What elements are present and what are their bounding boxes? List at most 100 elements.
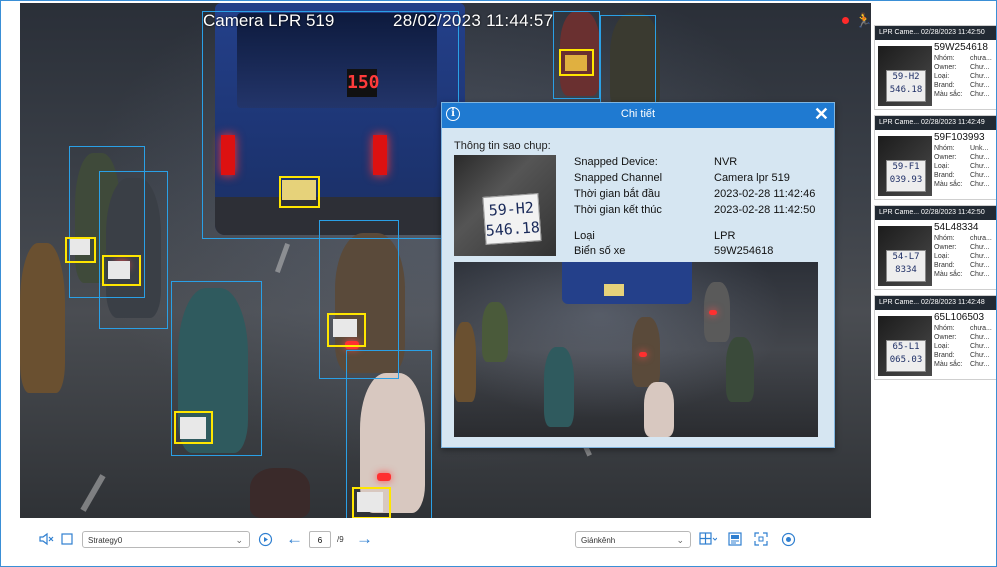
field-label-channel: Snapped Channel bbox=[574, 172, 663, 184]
section-title: Thông tin sao chụp: bbox=[454, 140, 551, 152]
capture-card-header: LPR Came... 02/28/2023 11:42:48 bbox=[875, 296, 996, 310]
capture-thumbnail: 54-L7 8334 bbox=[878, 226, 932, 286]
layout-select[interactable]: Giánkênh ⌄ bbox=[575, 531, 691, 548]
row-key: Owner: bbox=[934, 64, 957, 71]
capture-card[interactable]: LPR Came... 02/28/2023 11:42:50 59-H2 546… bbox=[874, 25, 996, 110]
row-value: Chư... bbox=[970, 352, 990, 359]
capture-card[interactable]: LPR Came... 02/28/2023 11:42:49 59-F1 039… bbox=[874, 115, 996, 200]
motion-alert-icon: 🏃 bbox=[855, 12, 871, 28]
field-value-plate: 59W254618 bbox=[714, 245, 774, 257]
field-label-device: Snapped Device: bbox=[574, 156, 658, 168]
thumb-line-1: 65-L1 bbox=[892, 342, 920, 352]
capture-thumbnail: 59-F1 039.93 bbox=[878, 136, 932, 196]
capture-plate: 59W254618 bbox=[934, 42, 988, 53]
capture-row: Brand: Chư... bbox=[934, 82, 989, 89]
capture-row: Owner: Chư... bbox=[934, 244, 989, 251]
field-value-start-time: 2023-02-28 11:42:46 bbox=[714, 188, 816, 200]
field-label-end-time: Thời gian kết thúc bbox=[574, 204, 662, 216]
capture-row: Loại: Chư... bbox=[934, 343, 989, 350]
row-value: chưa... bbox=[970, 325, 992, 332]
scene-snapshot[interactable] bbox=[454, 262, 818, 437]
square-stop-icon[interactable] bbox=[61, 532, 73, 548]
road-marking bbox=[275, 243, 290, 273]
row-value: chưa... bbox=[970, 235, 992, 242]
row-key: Nhóm: bbox=[934, 235, 955, 242]
row-value: Chư... bbox=[970, 271, 990, 278]
rider bbox=[544, 347, 574, 427]
arrow-left-icon[interactable]: ← bbox=[286, 529, 303, 549]
page-number-input[interactable]: 6 bbox=[309, 531, 331, 548]
row-key: Owner: bbox=[934, 244, 957, 251]
capture-row: Brand: Chư... bbox=[934, 172, 989, 179]
row-key: Loại: bbox=[934, 163, 950, 170]
row-value: Chư... bbox=[970, 163, 990, 170]
row-key: Brand: bbox=[934, 82, 955, 89]
page-total: /9 bbox=[337, 535, 344, 544]
row-value: Chư... bbox=[970, 253, 990, 260]
capture-thumbnail-plate: 59-H2 546.18 bbox=[886, 70, 926, 102]
capture-row: Nhóm: chưa... bbox=[934, 235, 992, 242]
plate-detection-box bbox=[327, 313, 366, 347]
capture-list[interactable]: LPR Came... 02/28/2023 11:42:50 59-H2 546… bbox=[873, 3, 996, 515]
capture-thumbnail-plate: 54-L7 8334 bbox=[886, 250, 926, 282]
row-key: Nhóm: bbox=[934, 145, 955, 152]
record-indicator-icon bbox=[842, 17, 849, 24]
snapshot-list-icon[interactable] bbox=[728, 532, 742, 549]
plate-detection-box bbox=[352, 487, 391, 518]
dialog-title: Chi tiết bbox=[620, 108, 656, 120]
row-key: Loại: bbox=[934, 343, 950, 350]
rider bbox=[704, 282, 730, 342]
plate-detection-box bbox=[102, 255, 141, 286]
capture-thumbnail: 59-H2 546.18 bbox=[878, 46, 932, 106]
arrow-right-icon[interactable]: → bbox=[356, 529, 373, 549]
thumb-line-2: 065.03 bbox=[889, 355, 923, 365]
plate-snapshot[interactable]: 59-H2 546.18 bbox=[454, 155, 556, 256]
capture-thumbnail-plate: 59-F1 039.93 bbox=[886, 160, 926, 192]
row-key: Brand: bbox=[934, 172, 955, 179]
capture-row: Owner: Chư... bbox=[934, 64, 989, 71]
plate-detection-box bbox=[174, 411, 213, 444]
vehicle-detection-box bbox=[202, 11, 459, 239]
chevron-down-icon: ⌄ bbox=[676, 535, 684, 545]
rider bbox=[250, 468, 310, 518]
capture-row: Màu sắc: Chư... bbox=[934, 181, 989, 188]
row-key: Owner: bbox=[934, 334, 957, 341]
capture-row: Nhóm: chưa... bbox=[934, 325, 992, 332]
capture-card-header: LPR Came... 02/28/2023 11:42:50 bbox=[875, 26, 996, 40]
playback-icon[interactable] bbox=[258, 532, 273, 550]
speaker-mute-icon[interactable] bbox=[39, 532, 55, 549]
capture-plate: 59F103993 bbox=[934, 132, 985, 143]
close-icon[interactable]: ✕ bbox=[814, 104, 829, 125]
capture-row: Màu sắc: Chư... bbox=[934, 361, 989, 368]
thumb-line-2: 546.18 bbox=[889, 85, 923, 95]
capture-card[interactable]: LPR Came... 02/28/2023 11:42:50 54-L7 833… bbox=[874, 205, 996, 290]
capture-row: Loại: Chư... bbox=[934, 253, 989, 260]
grid-layout-icon[interactable] bbox=[699, 532, 718, 549]
row-key: Owner: bbox=[934, 154, 957, 161]
strategy-select[interactable]: Strategy0 ⌄ bbox=[82, 531, 250, 548]
detail-dialog: i Chi tiết ✕ Thông tin sao chụp: 59-H2 5… bbox=[441, 102, 835, 448]
row-value: Chư... bbox=[970, 154, 990, 161]
capture-row: Màu sắc: Chư... bbox=[934, 91, 989, 98]
capture-thumbnail-plate: 65-L1 065.03 bbox=[886, 340, 926, 372]
plate-snapshot-text: 59-H2 546.18 bbox=[482, 193, 542, 245]
capture-plate: 65L106503 bbox=[934, 312, 985, 323]
capture-card[interactable]: LPR Came... 02/28/2023 11:42:48 65-L1 065… bbox=[874, 295, 996, 380]
field-value-end-time: 2023-02-28 11:42:50 bbox=[714, 204, 816, 216]
row-key: Brand: bbox=[934, 262, 955, 269]
snapshot-icon[interactable] bbox=[781, 532, 796, 550]
row-key: Loại: bbox=[934, 253, 950, 260]
capture-plate: 54L48334 bbox=[934, 222, 979, 233]
row-value: Chư... bbox=[970, 181, 990, 188]
row-key: Brand: bbox=[934, 352, 955, 359]
thumb-line-1: 59-F1 bbox=[892, 162, 920, 172]
vehicle-detection-box bbox=[99, 171, 168, 329]
fullscreen-icon[interactable] bbox=[754, 532, 768, 549]
row-value: Chư... bbox=[970, 334, 990, 341]
dialog-header: i Chi tiết ✕ bbox=[442, 103, 834, 128]
tail-light bbox=[709, 310, 717, 315]
row-value: Chư... bbox=[970, 172, 990, 179]
row-key: Nhóm: bbox=[934, 55, 955, 62]
thumb-line-1: 59-H2 bbox=[892, 72, 920, 82]
row-key: Màu sắc: bbox=[934, 181, 963, 188]
